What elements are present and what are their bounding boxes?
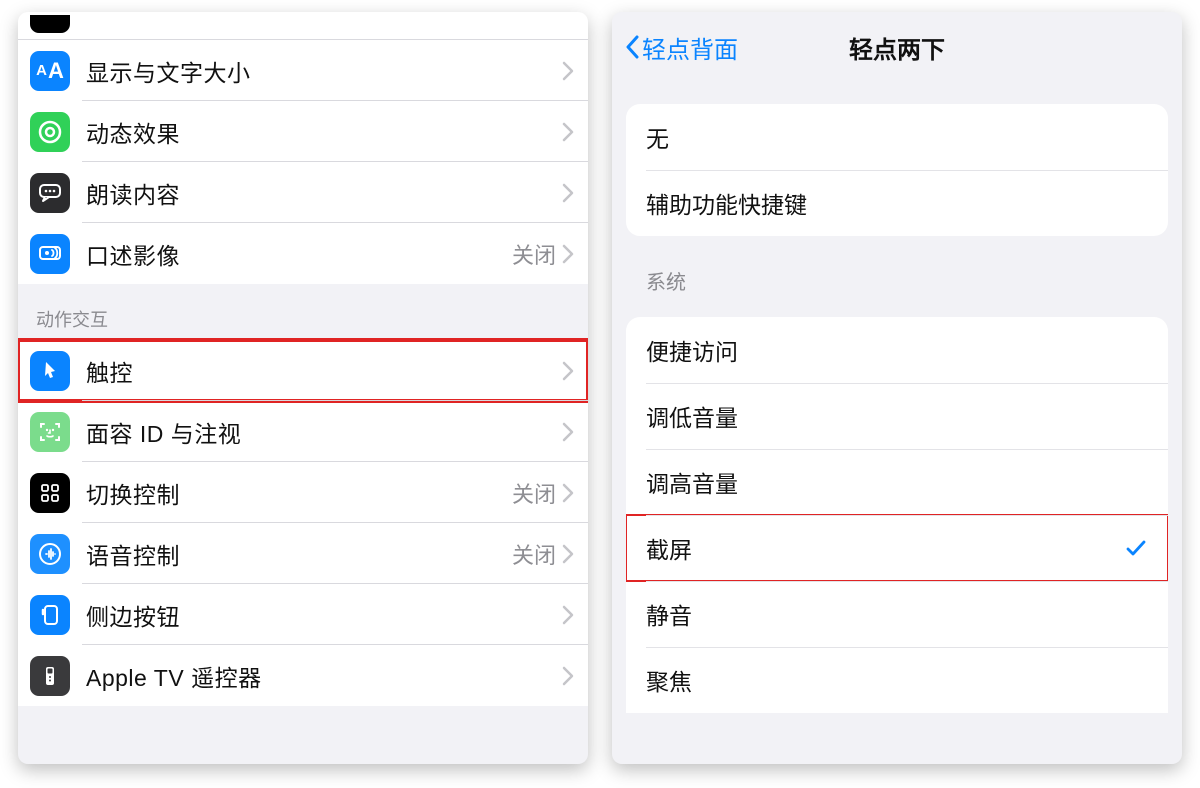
- chevron-left-icon: [624, 34, 640, 60]
- options-group-default: 无 辅助功能快捷键: [626, 104, 1168, 236]
- motion-icon: [30, 112, 70, 152]
- speech-bubble-icon: [30, 173, 70, 213]
- settings-accessibility-panel: AA 显示与文字大小 动态效果: [18, 12, 588, 764]
- option-mute[interactable]: 静音: [626, 581, 1168, 647]
- option-label: 截屏: [646, 531, 1124, 565]
- option-label: 聚焦: [646, 663, 1148, 697]
- switch-control-icon: [30, 473, 70, 513]
- option-volume-down[interactable]: 调低音量: [626, 383, 1168, 449]
- row-label: 切换控制: [86, 476, 512, 510]
- partial-row-top: [18, 12, 588, 40]
- row-label: 侧边按钮: [86, 598, 562, 632]
- option-screenshot[interactable]: 截屏: [626, 515, 1168, 581]
- option-accessibility-shortcut[interactable]: 辅助功能快捷键: [626, 170, 1168, 236]
- option-label: 辅助功能快捷键: [646, 186, 1148, 220]
- row-label: 语音控制: [86, 537, 512, 571]
- row-label: 朗读内容: [86, 176, 562, 210]
- back-tap-detail-panel: 轻点背面 轻点两下 无 辅助功能快捷键 系统 便捷访问 调低音量 调高音量: [612, 12, 1182, 764]
- option-label: 调高音量: [646, 465, 1148, 499]
- chevron-right-icon: [562, 122, 574, 142]
- nav-bar: 轻点背面 轻点两下: [612, 12, 1182, 82]
- row-side-button[interactable]: 侧边按钮: [18, 584, 588, 645]
- option-spotlight[interactable]: 聚焦: [626, 647, 1168, 713]
- group-header-system: 系统: [646, 266, 1182, 295]
- back-button[interactable]: 轻点背面: [624, 30, 738, 65]
- option-none[interactable]: 无: [626, 104, 1168, 170]
- option-label: 调低音量: [646, 399, 1148, 433]
- row-value: 关闭: [512, 238, 556, 270]
- apple-tv-icon: [30, 656, 70, 696]
- row-touch[interactable]: 触控: [18, 340, 588, 401]
- chevron-right-icon: [562, 422, 574, 442]
- row-switch-control[interactable]: 切换控制 关闭: [18, 462, 588, 523]
- row-value: 关闭: [512, 538, 556, 570]
- voice-control-icon: [30, 534, 70, 574]
- group-header-interaction: 动作交互: [18, 284, 588, 340]
- chevron-right-icon: [562, 361, 574, 381]
- options-group-system: 便捷访问 调低音量 调高音量 截屏 静音 聚焦: [626, 317, 1168, 713]
- chevron-right-icon: [562, 183, 574, 203]
- audio-desc-icon: [30, 234, 70, 274]
- row-label: 动态效果: [86, 115, 562, 149]
- row-motion[interactable]: 动态效果: [18, 101, 588, 162]
- row-label: Apple TV 遥控器: [86, 659, 562, 693]
- faceid-icon: [30, 412, 70, 452]
- option-volume-up[interactable]: 调高音量: [626, 449, 1168, 515]
- back-label: 轻点背面: [642, 30, 738, 65]
- side-button-icon: [30, 595, 70, 635]
- row-label: 面容 ID 与注视: [86, 415, 562, 449]
- row-spoken-content[interactable]: 朗读内容: [18, 162, 588, 223]
- row-apple-tv-remote[interactable]: Apple TV 遥控器: [18, 645, 588, 706]
- vision-group: AA 显示与文字大小 动态效果: [18, 40, 588, 284]
- chevron-right-icon: [562, 244, 574, 264]
- touch-icon: [30, 351, 70, 391]
- row-faceid[interactable]: 面容 ID 与注视: [18, 401, 588, 462]
- chevron-right-icon: [562, 605, 574, 625]
- checkmark-icon: [1124, 536, 1148, 560]
- row-label: 触控: [86, 354, 562, 388]
- chevron-right-icon: [562, 483, 574, 503]
- voiceover-icon-stub: [30, 15, 70, 33]
- option-reachability[interactable]: 便捷访问: [626, 317, 1168, 383]
- row-audio-description[interactable]: 口述影像 关闭: [18, 223, 588, 284]
- chevron-right-icon: [562, 544, 574, 564]
- option-label: 静音: [646, 597, 1148, 631]
- chevron-right-icon: [562, 666, 574, 686]
- row-label: 口述影像: [86, 237, 512, 271]
- option-label: 无: [646, 120, 1148, 154]
- text-size-icon: AA: [30, 51, 70, 91]
- row-display-text-size[interactable]: AA 显示与文字大小: [18, 40, 588, 101]
- option-label: 便捷访问: [646, 333, 1148, 367]
- row-label: 显示与文字大小: [86, 54, 562, 88]
- interaction-group: 触控 面容 ID 与注视 切换控制: [18, 340, 588, 706]
- row-value: 关闭: [512, 477, 556, 509]
- row-voice-control[interactable]: 语音控制 关闭: [18, 523, 588, 584]
- chevron-right-icon: [562, 61, 574, 81]
